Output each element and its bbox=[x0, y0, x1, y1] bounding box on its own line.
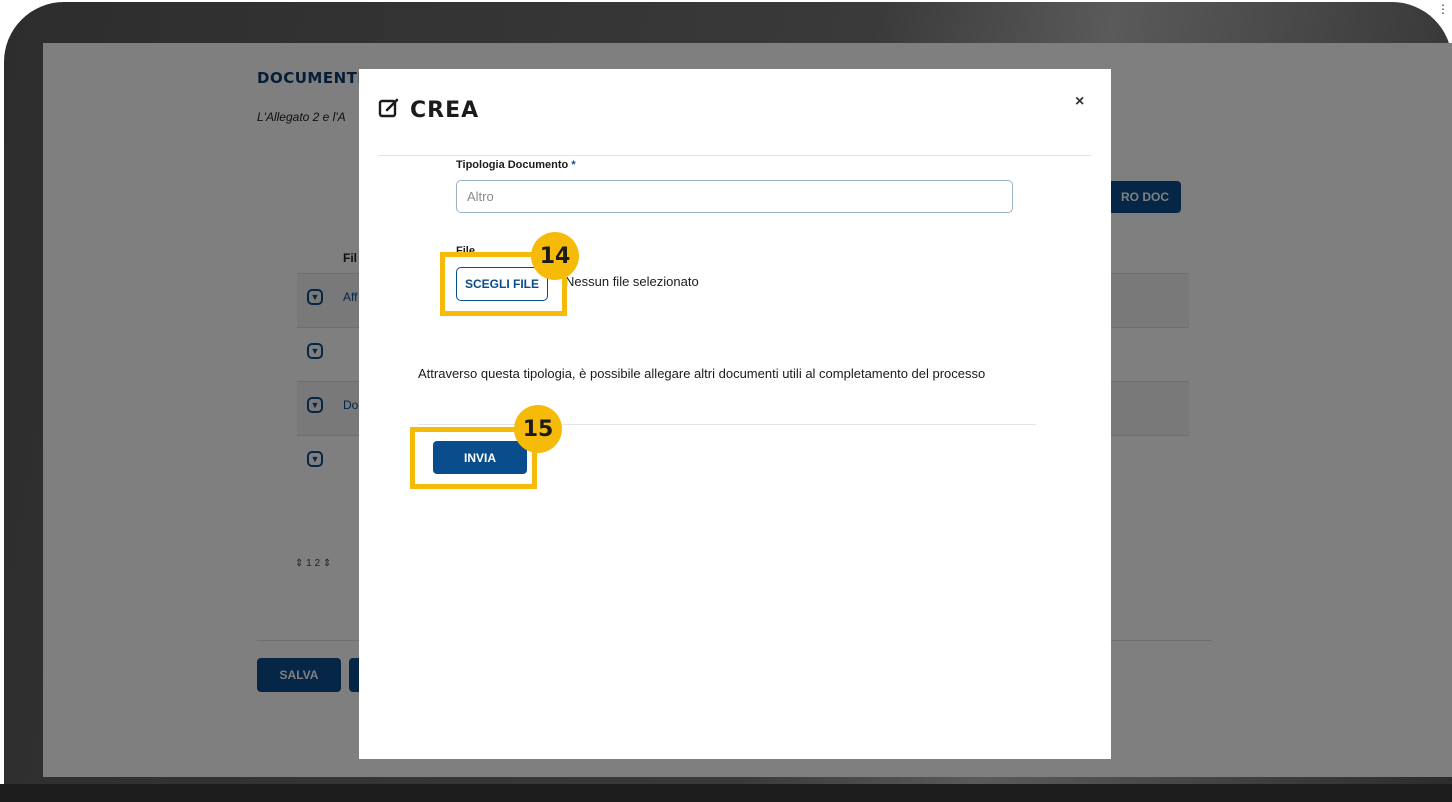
required-mark: * bbox=[571, 159, 576, 171]
close-icon[interactable]: × bbox=[1075, 93, 1084, 111]
corner-mark: ⋮ bbox=[1437, 2, 1449, 16]
callout-badge: 15 bbox=[514, 405, 562, 453]
doc-type-input[interactable] bbox=[456, 180, 1013, 213]
app-screen: DOCUMENTI L'Allegato 2 e l'A RO DOC Fil … bbox=[43, 43, 1452, 777]
device-frame: ⋮ DOCUMENTI L'Allegato 2 e l'A RO DOC Fi… bbox=[0, 0, 1452, 802]
modal-header: CREA bbox=[378, 97, 479, 124]
doc-type-label-text: Tipologia Documento bbox=[456, 159, 569, 171]
create-modal: CREA × Tipologia Documento * File SCEGLI… bbox=[359, 69, 1111, 759]
modal-title: CREA bbox=[410, 98, 480, 123]
modal-header-divider bbox=[378, 155, 1092, 156]
laptop-base bbox=[0, 784, 1452, 802]
description-text: Attraverso questa tipologia, è possibile… bbox=[418, 366, 986, 381]
doc-type-label: Tipologia Documento * bbox=[456, 159, 576, 171]
edit-icon bbox=[378, 97, 400, 124]
no-file-text: Nessun file selezionato bbox=[565, 274, 699, 289]
callout-badge: 14 bbox=[531, 232, 579, 280]
modal-footer-divider bbox=[418, 424, 1036, 425]
